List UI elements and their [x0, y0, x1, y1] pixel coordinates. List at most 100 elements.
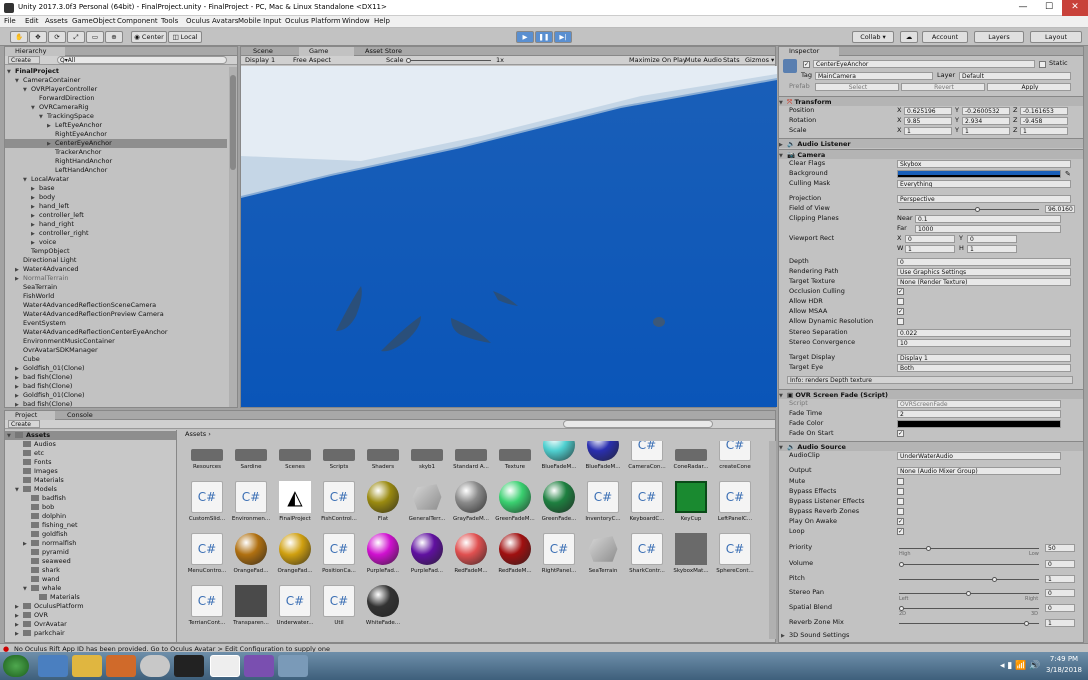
hierarchy-item[interactable]: EnvironmentMusicContainer [5, 337, 227, 346]
hierarchy-item[interactable]: ▶ hand_left [5, 202, 227, 211]
hierarchy-search-input[interactable]: Q▾All [57, 56, 227, 64]
hierarchy-item[interactable]: EventSystem [5, 319, 227, 328]
hierarchy-item[interactable]: ▶ body [5, 193, 227, 202]
hand-tool-icon[interactable]: ✋ [10, 31, 28, 43]
fov-input[interactable]: 96.0160 [1045, 205, 1075, 213]
stereo-pan-slider[interactable] [899, 591, 1039, 596]
asset-item[interactable]: WhiteFade... [361, 585, 403, 635]
scale-slider[interactable] [406, 58, 491, 63]
project-folder-item[interactable]: badfish [5, 494, 176, 503]
hierarchy-item[interactable]: TempObject [5, 247, 227, 256]
hierarchy-item[interactable]: ▶ Goldfish_01(Clone) [5, 391, 227, 400]
scale-tool-icon[interactable]: ⤢ [67, 31, 85, 43]
prefab-revert-button[interactable]: Revert [901, 83, 985, 91]
stereo-pan-input[interactable]: 0 [1045, 589, 1075, 597]
camera-field-value[interactable]: Perspective [897, 195, 1071, 203]
menu-window[interactable]: Window [342, 17, 370, 25]
maximize-on-play-toggle[interactable]: Maximize On Play [629, 56, 687, 65]
hierarchy-item[interactable]: Water4AdvancedReflectionCenterEyeAnchor [5, 328, 227, 337]
asset-grid-scrollbar[interactable] [769, 441, 776, 639]
asset-item[interactable]: C# CustomSlid... [185, 481, 227, 531]
menu-edit[interactable]: Edit [25, 17, 39, 25]
aspect-dropdown[interactable]: Free Aspect [293, 56, 331, 65]
menu-file[interactable]: File [4, 17, 16, 25]
project-folder-item[interactable]: dolphin [5, 512, 176, 521]
scale-slider-knob[interactable] [406, 58, 411, 63]
hierarchy-item[interactable]: ▶ voice [5, 238, 227, 247]
asset-item[interactable]: Standard A... [449, 441, 491, 479]
project-folder-item[interactable]: Audios [5, 440, 176, 449]
asset-item[interactable]: Scenes [273, 441, 315, 479]
pause-button[interactable]: ❚❚ [535, 31, 553, 43]
transform-rot-x-input[interactable]: 9.85 [904, 117, 952, 125]
asset-item[interactable]: C# FishControl... [317, 481, 359, 531]
fade-on-start-checkbox[interactable]: ✓ [897, 430, 904, 437]
project-folder-item[interactable]: ▶ parkchair [5, 629, 176, 638]
camera-header[interactable]: ▼ 📷 Camera [779, 149, 1083, 159]
camera-field-value[interactable]: Both [897, 364, 1071, 372]
asset-item[interactable]: Texture [493, 441, 535, 479]
fov-slider[interactable] [899, 207, 1039, 212]
audio-option-checkbox[interactable]: ✓ [897, 528, 904, 535]
oculus-icon[interactable] [174, 655, 204, 677]
asset-item[interactable]: PurpleFad... [405, 533, 447, 583]
camera-field-value[interactable]: 10 [897, 339, 1071, 347]
transform-scl-y-input[interactable]: 1 [962, 127, 1010, 135]
hierarchy-item[interactable]: RightEyeAnchor [5, 130, 227, 139]
hierarchy-item[interactable]: ▶ NormalTerrain [5, 274, 227, 283]
project-create-button[interactable]: Create [8, 420, 40, 428]
hierarchy-item[interactable]: ▼ TrackingSpace [5, 112, 227, 121]
maximize-button[interactable]: ☐ [1036, 0, 1062, 16]
volume-slider[interactable] [899, 562, 1039, 567]
menu-mobile-input[interactable]: Mobile Input [238, 17, 281, 25]
hierarchy-item[interactable]: Water4AdvancedReflectionSceneCamera [5, 301, 227, 310]
camera-checkbox[interactable]: ✓ [897, 308, 904, 315]
rotate-tool-icon[interactable]: ⟳ [48, 31, 66, 43]
transform-scl-z-input[interactable]: 1 [1020, 127, 1068, 135]
audioclip-field[interactable]: UnderWaterAudio [897, 452, 1061, 460]
hierarchy-item[interactable]: ForwardDirection [5, 94, 227, 103]
clock-time[interactable]: 7:49 PM [1044, 655, 1084, 663]
assets-breadcrumb[interactable]: Assets › [185, 430, 211, 439]
transform-tool-icon[interactable]: ⊕ [105, 31, 123, 43]
audio-option-checkbox[interactable] [897, 498, 904, 505]
audio-option-checkbox[interactable] [897, 478, 904, 485]
asset-item[interactable]: C# RightPanel... [537, 533, 579, 583]
hierarchy-item[interactable]: RightHandAnchor [5, 157, 227, 166]
scene-root[interactable]: ▼ FinalProject [7, 67, 59, 76]
camera-field-value[interactable]: 0 [897, 258, 1071, 266]
menu-oculus-avatars[interactable]: Oculus Avatars [186, 17, 238, 25]
camera-field-value[interactable]: Display 1 [897, 354, 1071, 362]
layer-dropdown[interactable]: Default [959, 72, 1071, 80]
tab-game[interactable]: Game [299, 47, 354, 56]
asset-item[interactable]: PurpleFad... [361, 533, 403, 583]
menu-help[interactable]: Help [374, 17, 390, 25]
asset-item[interactable]: Shaders [361, 441, 403, 479]
chrome-icon[interactable] [140, 655, 170, 677]
asset-item[interactable]: C# PositionCa... [317, 533, 359, 583]
hierarchy-item[interactable]: ▶ controller_left [5, 211, 227, 220]
collab-button[interactable]: Collab ▾ [852, 31, 894, 43]
transform-pos-y-input[interactable]: -0.2600532 [962, 107, 1010, 115]
tab-console[interactable]: Console [57, 411, 107, 420]
fade-color-swatch[interactable] [897, 420, 1061, 428]
game-render[interactable] [241, 66, 777, 407]
project-folder-item[interactable]: Materials [5, 476, 176, 485]
cloud-icon[interactable]: ☁ [900, 31, 918, 43]
hierarchy-item[interactable]: ▼ OVRCameraRig [5, 103, 227, 112]
menu-component[interactable]: Component [117, 17, 158, 25]
menu-gameobject[interactable]: GameObject [72, 17, 116, 25]
transform-pos-x-input[interactable]: 0.625196 [904, 107, 952, 115]
asset-item[interactable]: GreenFadeM... [493, 481, 535, 531]
asset-item[interactable]: GeneralTerr... [405, 481, 447, 531]
tab-project[interactable]: Project [5, 411, 55, 420]
hierarchy-item[interactable]: ▼ CameraContainer [5, 76, 227, 85]
near-input[interactable]: 0.1 [915, 215, 1061, 223]
project-folder-item[interactable]: Images [5, 467, 176, 476]
pivot-center-button[interactable]: ◉ Center [131, 31, 167, 43]
project-folder-item[interactable]: Materials [5, 593, 176, 602]
ovr-screen-fade-header[interactable]: ▼ ▣ OVR Screen Fade (Script) [779, 389, 1083, 399]
asset-item[interactable]: Sardine [229, 441, 271, 479]
tab-hierarchy[interactable]: Hierarchy [5, 47, 65, 56]
hierarchy-item[interactable]: ▶ bad fish(Clone) [5, 373, 227, 382]
